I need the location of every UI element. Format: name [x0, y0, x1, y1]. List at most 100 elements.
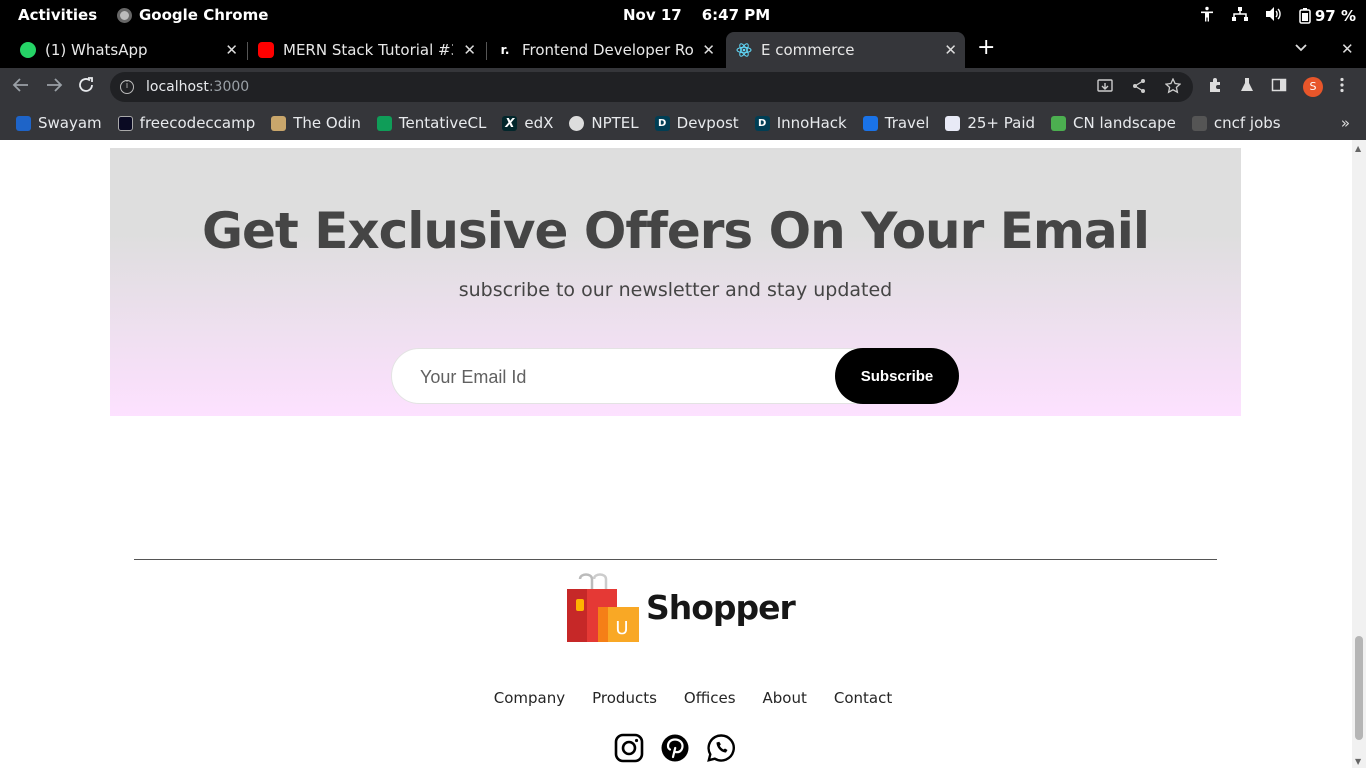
url-host: localhost [146, 79, 209, 95]
bookmark-25-paid[interactable]: 25+ Paid [945, 114, 1035, 132]
bookmark-label: InnoHack [776, 114, 847, 132]
battery-indicator[interactable]: 97 % [1299, 7, 1356, 25]
newsletter-heading: Get Exclusive Offers On Your Email [201, 202, 1150, 260]
share-icon[interactable] [1131, 78, 1147, 98]
menu-kebab-icon[interactable] [1339, 77, 1345, 97]
newsletter-subheading: subscribe to our newsletter and stay upd… [458, 279, 893, 301]
tab-whatsapp[interactable]: (1) WhatsApp ✕ [10, 32, 246, 68]
sheets-icon [376, 115, 392, 131]
bookmark-swayam[interactable]: Swayam [16, 114, 102, 132]
bookmark-innohack[interactable]: D InnoHack [754, 114, 847, 132]
tab-title: Frontend Developer Road [522, 41, 694, 59]
bookmark-star-icon[interactable] [1164, 77, 1182, 98]
bookmark-cn-landscape[interactable]: CN landscape [1051, 114, 1176, 132]
address-bar[interactable]: i localhost:3000 [110, 72, 1193, 102]
clock[interactable]: Nov 17 6:47 PM [623, 6, 770, 24]
tab-ecommerce[interactable]: E commerce ✕ [726, 32, 965, 68]
bookmark-devpost[interactable]: D Devpost [654, 114, 739, 132]
bookmark-cncf-jobs[interactable]: cncf jobs [1191, 114, 1281, 132]
bookmark-tentativecl[interactable]: TentativeCL [376, 114, 487, 132]
footer-link-contact[interactable]: Contact [834, 689, 892, 707]
bookmark-label: edX [524, 114, 554, 132]
bookmark-the-odin[interactable]: The Odin [271, 114, 361, 132]
footer-brand-name: Shopper [646, 587, 796, 627]
labs-icon[interactable] [1239, 77, 1255, 97]
bookmark-edx[interactable]: XedX [502, 114, 553, 132]
edx-icon: X [502, 115, 518, 131]
close-icon[interactable]: ✕ [225, 41, 238, 59]
tab-search-icon[interactable] [1294, 40, 1308, 58]
close-icon[interactable]: ✕ [944, 41, 957, 59]
app-menu[interactable]: Google Chrome [117, 6, 268, 24]
back-icon[interactable] [12, 76, 30, 99]
extensions-icon[interactable] [1207, 77, 1223, 97]
footer-link-offices[interactable]: Offices [684, 689, 736, 707]
site-info-icon[interactable]: i [120, 80, 134, 94]
app-name: Google Chrome [139, 6, 269, 24]
whatsapp-icon[interactable] [706, 733, 736, 763]
volume-icon[interactable] [1265, 6, 1283, 26]
cncf-icon [1191, 115, 1207, 131]
tab-title: MERN Stack Tutorial #3: ( [283, 41, 453, 59]
forward-icon[interactable] [45, 76, 63, 99]
youtube-icon [258, 42, 274, 58]
tab-title: (1) WhatsApp [45, 41, 148, 59]
instagram-icon[interactable] [614, 733, 644, 763]
email-form: Subscribe [391, 348, 959, 404]
close-icon[interactable]: ✕ [702, 41, 715, 59]
bookmark-travel[interactable]: Travel [862, 114, 929, 132]
footer-social-icons [614, 733, 736, 763]
system-tray[interactable]: 97 % [1199, 6, 1356, 26]
svg-text:U: U [615, 618, 628, 639]
footer-logo[interactable]: U Shopper [566, 571, 796, 643]
close-icon[interactable]: ✕ [463, 41, 476, 59]
footer-link-company[interactable]: Company [494, 689, 565, 707]
page-viewport: Get Exclusive Offers On Your Email subsc… [0, 140, 1352, 768]
bookmark-nptel[interactable]: NPTEL [569, 114, 639, 132]
reload-icon[interactable] [77, 76, 95, 99]
bookmark-label: TentativeCL [398, 114, 487, 132]
bookmarks-overflow-icon[interactable]: » [1341, 114, 1350, 132]
tab-frontend-roadmap[interactable]: r. Frontend Developer Road ✕ [487, 32, 723, 68]
devpost-icon: D [754, 115, 770, 131]
bookmark-label: freecodeccamp [139, 114, 256, 132]
close-window-icon[interactable]: ✕ [1341, 40, 1354, 58]
time-label: 6:47 PM [701, 6, 771, 24]
battery-icon [1299, 8, 1311, 24]
footer-link-about[interactable]: About [763, 689, 807, 707]
travel-icon [862, 115, 878, 131]
activities-button[interactable]: Activities [18, 6, 97, 24]
profile-avatar[interactable]: S [1303, 77, 1323, 97]
swayam-icon [16, 115, 31, 131]
bookmark-label: NPTEL [591, 114, 639, 132]
bookmark-label: The Odin [293, 114, 361, 132]
bookmark-label: cncf jobs [1213, 114, 1281, 132]
footer-links: Company Products Offices About Contact [0, 689, 1352, 707]
side-panel-icon[interactable] [1271, 77, 1287, 97]
email-input[interactable] [420, 363, 820, 391]
install-app-icon[interactable] [1097, 78, 1113, 98]
footer-divider [134, 559, 1217, 560]
network-icon[interactable] [1231, 6, 1249, 26]
roadmap-icon: r. [497, 42, 513, 58]
page-scrollbar[interactable]: ▲ ▼ [1352, 140, 1366, 768]
new-tab-button[interactable]: + [977, 37, 995, 59]
date-label: Nov 17 [623, 6, 682, 24]
footer-link-products[interactable]: Products [592, 689, 657, 707]
browser-toolbar: i localhost:3000 S [0, 68, 1366, 106]
scrollbar-thumb[interactable] [1355, 636, 1363, 740]
bookmark-freecodecamp[interactable]: freecodeccamp [117, 114, 256, 132]
accessibility-icon[interactable] [1199, 6, 1215, 26]
bookmark-label: 25+ Paid [967, 114, 1036, 132]
devpost-icon: D [654, 115, 670, 131]
url-text[interactable]: localhost:3000 [146, 79, 249, 95]
scroll-down-arrow-icon[interactable]: ▼ [1355, 757, 1361, 766]
react-icon [736, 42, 752, 58]
pinterest-icon[interactable] [660, 733, 690, 763]
bookmark-label: Devpost [676, 114, 739, 132]
tab-mern-tutorial[interactable]: MERN Stack Tutorial #3: ( ✕ [248, 32, 484, 68]
doc-icon [945, 115, 961, 131]
bookmark-label: Swayam [38, 114, 102, 132]
subscribe-button[interactable]: Subscribe [835, 348, 959, 404]
scroll-up-arrow-icon[interactable]: ▲ [1355, 144, 1361, 153]
